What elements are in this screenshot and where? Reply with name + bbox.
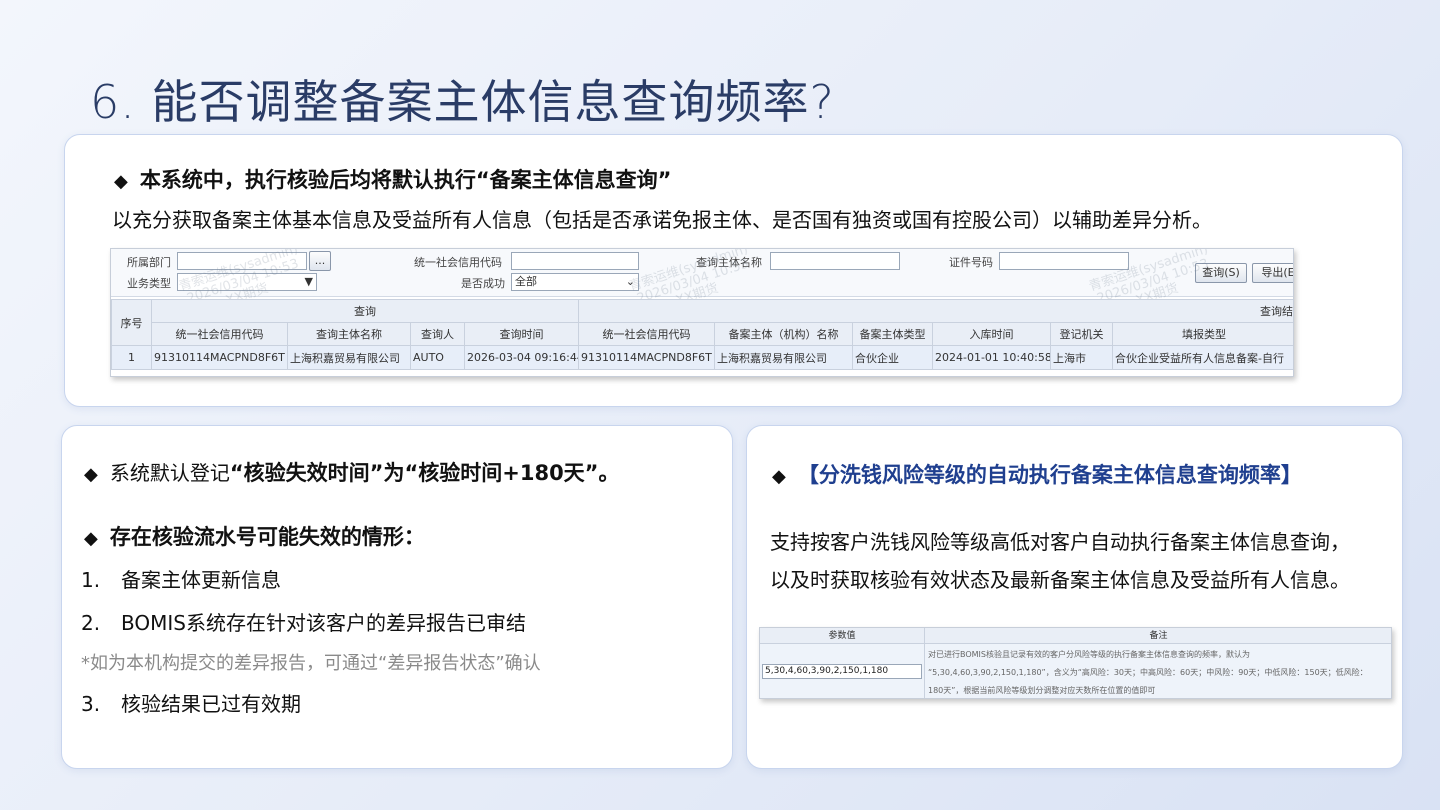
expiry-default-line: ◆ 系统默认登记“核验失效时间”为“核验时间+180天”。 [84,457,619,487]
credit-code-label: 统一社会信用代码 [414,256,502,269]
cert-no-label: 证件号码 [949,256,993,269]
result-group-header: 查询结 [577,299,1293,323]
column-header: 登记机关 [1050,322,1113,346]
list-item: 1. 备案主体更新信息 [81,568,281,592]
subject-name-input[interactable] [770,252,900,270]
diamond-bullet-icon: ◆ [84,464,98,485]
dept-label: 所属部门 [127,256,171,269]
list-item: 3. 核验结果已过有效期 [81,692,301,716]
chevron-down-icon: ⌄ [625,275,635,288]
diamond-bullet-icon: ◆ [84,528,98,549]
invalid-cases-heading-text: 存在核验流水号可能失效的情形： [109,525,425,549]
param-value-header: 参数值 [760,628,925,644]
table-cell: 91310114MACPND8F6T [151,345,288,370]
frequency-heading-text: 【分洗钱风险等级的自动执行备案主体信息查询频率】 [797,463,1302,487]
expiry-default-prefix: 系统默认登记 [109,461,230,485]
success-label: 是否成功 [461,277,505,290]
frequency-heading: ◆ 【分洗钱风险等级的自动执行备案主体信息查询频率】 [772,459,1302,489]
success-select[interactable]: 全部 ⌄ [511,273,639,291]
table-cell: 2026-03-04 09:16:44 [464,345,579,370]
chevron-down-icon: ▼ [304,275,313,288]
param-remark-header: 备注 [925,628,1391,644]
intro-heading-text: 本系统中，执行核验后均将默认执行“备案主体信息查询” [139,168,672,192]
table-cell: 上海市 [1050,345,1113,370]
param-remark-line: 180天”，根据当前风险等级划分调整对应天数所在位置的值即可 [928,686,1156,695]
success-select-value: 全部 [515,275,537,288]
column-header: 查询主体名称 [287,322,411,346]
subject-name-label: 查询主体名称 [696,256,762,269]
column-header: 查询时间 [464,322,579,346]
column-header: 备案主体（机构）名称 [714,322,853,346]
column-header: 填报类型 [1111,322,1293,346]
frequency-body-line-1: 支持按客户洗钱风险等级高低对客户自动执行备案主体信息查询， [770,530,1350,554]
dept-picker-button[interactable]: ... [309,251,331,271]
table-cell: AUTO [410,345,465,370]
table-cell: 上海积嘉贸易有限公司 [287,345,411,370]
query-screenshot: 所属部门 ... 业务类型 ▼ 统一社会信用代码 是否成功 全部 ⌄ 查询主体名称… [110,248,1294,377]
filter-bar: 所属部门 ... 业务类型 ▼ 统一社会信用代码 是否成功 全部 ⌄ 查询主体名称… [111,249,1293,297]
table-cell: 1 [111,345,152,370]
invalid-cases-heading: ◆ 存在核验流水号可能失效的情形： [84,521,425,551]
diamond-bullet-icon: ◆ [114,171,128,192]
table-cell: 合伙企业 [852,345,933,370]
list-item: 2. BOMIS系统存在针对该客户的差异报告已审结 [81,611,526,635]
intro-body: 以充分获取备案主体基本信息及受益所有人信息（包括是否承诺免报主体、是否国有独资或… [112,208,1212,232]
column-header: 备案主体类型 [852,322,933,346]
query-button[interactable]: 查询(S) [1195,263,1247,283]
business-type-label: 业务类型 [127,277,171,290]
diff-report-note: *如为本机构提交的差异报告，可通过“差异报告状态”确认 [81,653,541,674]
table-cell: 上海积嘉贸易有限公司 [714,345,853,370]
slide-title: 6. 能否调整备案主体信息查询频率? [90,75,835,129]
frequency-body-line-2: 以及时获取核验有效状态及最新备案主体信息及受益所有人信息。 [770,568,1350,592]
column-header: 入库时间 [932,322,1051,346]
query-group-header: 查询 [151,299,579,323]
dept-input[interactable] [177,252,307,270]
credit-code-input[interactable] [511,252,639,270]
cert-no-input[interactable] [999,252,1129,270]
column-header: 统一社会信用代码 [578,322,715,346]
param-screenshot: 参数值 备注 5,30,4,60,3,90,2,150,1,180 对已进行BO… [759,627,1392,699]
diamond-bullet-icon: ◆ [772,466,786,487]
seq-header: 序号 [111,299,152,346]
business-type-select[interactable]: ▼ [177,273,317,291]
expiry-default-rule: “核验失效时间”为“核验时间+180天”。 [229,461,620,485]
param-remark-line: 对已进行BOMIS核验且记录有效的客户分风险等级的执行备案主体信息查询的频率，默… [928,650,1250,659]
table-cell: 2024-01-01 10:40:58 [932,345,1051,370]
param-remark-line: “5,30,4,60,3,90,2,150,1,180”，含义为“高风险：30天… [928,668,1368,677]
column-header: 查询人 [410,322,465,346]
column-header: 统一社会信用代码 [151,322,288,346]
export-button[interactable]: 导出(E [1252,263,1293,283]
intro-heading: ◆ 本系统中，执行核验后均将默认执行“备案主体信息查询” [114,164,671,194]
table-row[interactable]: 1 91310114MACPND8F6T 上海积嘉贸易有限公司 AUTO 202… [111,345,1293,370]
param-value-input[interactable]: 5,30,4,60,3,90,2,150,1,180 [762,664,922,679]
query-result-table: 序号 查询 查询结 统一社会信用代码 查询主体名称 查询人 查询时间 统一社会信… [111,299,1293,370]
table-cell: 91310114MACPND8F6T [578,345,715,370]
table-cell: 合伙企业受益所有人信息备案-自行 [1111,345,1293,370]
